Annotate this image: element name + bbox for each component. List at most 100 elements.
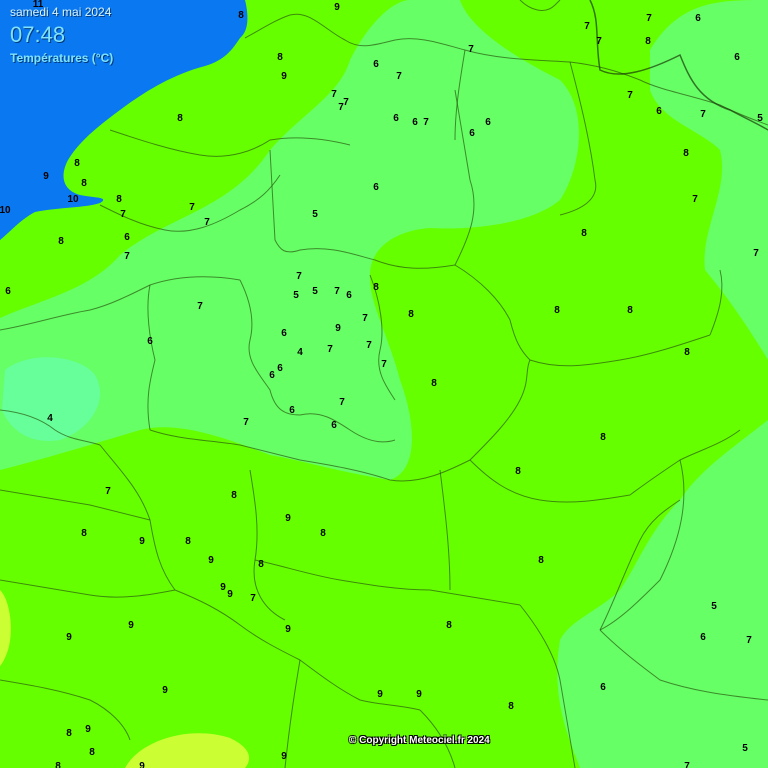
station-temperature: 6 [600,682,606,693]
station-temperature: 7 [362,313,368,324]
station-temperature: 9 [285,624,291,635]
station-temperature: 8 [74,158,80,169]
station-temperature: 6 [700,632,706,643]
station-temperature: 9 [281,751,287,762]
station-temperature: 9 [281,71,287,82]
station-temperature: 7 [296,271,302,282]
station-temperature: 9 [128,620,134,631]
station-temperature: 6 [373,182,379,193]
station-temperature: 8 [58,236,64,247]
station-temperature: 9 [43,171,49,182]
station-temperature: 9 [335,323,341,334]
station-temperature: 7 [366,340,372,351]
station-temperature: 6 [412,117,418,128]
station-temperature: 9 [208,555,214,566]
station-temperature: 7 [339,397,345,408]
station-temperature: 6 [373,59,379,70]
station-temperature: 7 [684,761,690,768]
station-temperature: 8 [116,194,122,205]
station-temperature: 6 [5,286,11,297]
station-temperature: 7 [646,13,652,24]
station-temperature: 9 [334,2,340,13]
station-temperature: 9 [220,582,226,593]
station-temperature: 7 [243,417,249,428]
station-temperature: 8 [320,528,326,539]
station-temperature: 8 [185,536,191,547]
station-temperature: 9 [227,589,233,600]
station-temperature: 5 [711,601,717,612]
station-temperature: 6 [469,128,475,139]
station-temperature: 8 [645,36,651,47]
station-temperature: 9 [377,689,383,700]
station-temperature: 8 [89,747,95,758]
station-temperature: 8 [81,528,87,539]
station-temperature: 9 [416,689,422,700]
station-temperature: 9 [139,761,145,768]
station-temperature: 8 [277,52,283,63]
station-temperature: 8 [684,347,690,358]
station-temperature: 8 [508,701,514,712]
station-temperature: 6 [734,52,740,63]
station-temperature: 6 [331,420,337,431]
station-temperature: 8 [431,378,437,389]
station-temperature: 6 [695,13,701,24]
station-temperature: 8 [55,761,61,768]
station-temperature: 8 [627,305,633,316]
station-temperature: 7 [423,117,429,128]
station-temperature: 7 [596,36,602,47]
station-temperature: 5 [312,209,318,220]
temperature-map: 118977 67 886769 777 776 7 58 6 6 7 668898 6810 710 7… [0,0,768,768]
station-temperature: 7 [343,97,349,108]
station-temperature: 7 [327,344,333,355]
station-temperature: 6 [147,336,153,347]
station-temperature: 4 [47,413,53,424]
station-temperature: 10 [67,194,79,205]
station-temperature: 7 [692,194,698,205]
station-temperature: 8 [600,432,606,443]
station-temperature: 8 [581,228,587,239]
station-temperature: 7 [197,301,203,312]
station-temperature: 7 [124,251,130,262]
station-temperature: 7 [627,90,633,101]
station-temperature: 7 [700,109,706,120]
station-temperature: 7 [381,359,387,370]
station-temperature: 8 [538,555,544,566]
station-temperature: 7 [468,44,474,55]
map-title: Températures (°C) [10,51,114,65]
station-temperature: 6 [393,113,399,124]
station-temperature: 7 [105,486,111,497]
station-temperature: 5 [757,113,763,124]
station-temperature: 9 [85,724,91,735]
station-temperature: 9 [139,536,145,547]
station-temperature: 6 [289,405,295,416]
station-temperature: 6 [346,290,352,301]
station-temperature: 7 [120,209,126,220]
station-temperature: 8 [238,10,244,21]
station-temperature: 8 [408,309,414,320]
station-temperature: 10 [0,205,11,216]
station-temperature: 6 [124,232,130,243]
station-temperature: 6 [269,370,275,381]
station-temperature: 7 [204,217,210,228]
station-temperature: 6 [485,117,491,128]
station-temperature: 9 [66,632,72,643]
forecast-date: samedi 4 mai 2024 [10,5,112,19]
station-temperature: 7 [334,286,340,297]
forecast-time: 07:48 [10,22,66,47]
station-temperature: 9 [162,685,168,696]
station-temperature: 8 [258,559,264,570]
station-temperature: 5 [312,286,318,297]
station-temperature: 7 [753,248,759,259]
station-temperature: 7 [250,593,256,604]
station-temperature: 5 [742,743,748,754]
station-temperature: 8 [683,148,689,159]
station-temperature: 8 [446,620,452,631]
station-temperature: 5 [293,290,299,301]
copyright-notice: © Copyright Meteociel.fr 2024 [349,735,490,746]
station-temperature: 8 [373,282,379,293]
station-temperature: 9 [285,513,291,524]
station-temperature: 4 [297,347,303,358]
station-temperature: 7 [189,202,195,213]
station-temperature: 6 [277,363,283,374]
station-temperature: 8 [66,728,72,739]
